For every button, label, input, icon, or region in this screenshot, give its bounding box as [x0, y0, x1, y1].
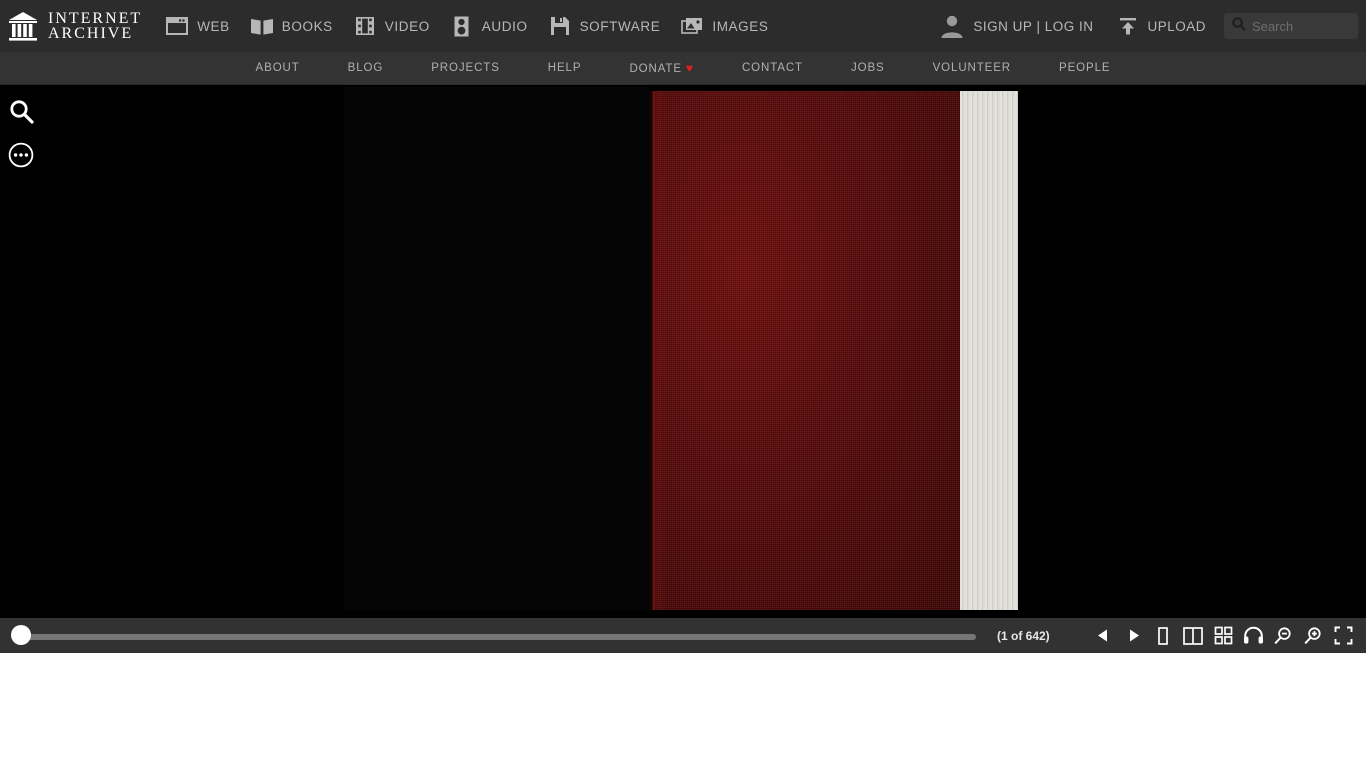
nav-label-audio: AUDIO: [481, 18, 528, 34]
nav-label-web: WEB: [197, 18, 230, 34]
upload-arrow-icon[interactable]: [1115, 13, 1141, 39]
book-page-edges: [960, 91, 1018, 610]
top-navigation-bar: INTERNET ARCHIVE WEB BOOKS VIDEO AUDIO S…: [0, 0, 1366, 52]
subnav-item-blog[interactable]: BLOG: [348, 62, 384, 74]
thumbnail-view-button[interactable]: [1208, 618, 1238, 653]
archive-building-icon: [8, 10, 38, 42]
book-cover-image: [650, 91, 960, 610]
previous-page-button[interactable]: [1088, 618, 1118, 653]
nav-label-books: BOOKS: [281, 18, 333, 34]
nav-label-images: IMAGES: [712, 18, 769, 34]
subnav-item-donate[interactable]: DONATE ♥: [629, 61, 694, 75]
nav-item-web[interactable]: WEB: [164, 13, 230, 39]
fullscreen-button[interactable]: [1328, 618, 1358, 653]
web-window-icon: [164, 13, 190, 39]
one-page-view-button[interactable]: [1148, 618, 1178, 653]
subnav-item-contact[interactable]: CONTACT: [742, 62, 803, 74]
nav-item-video[interactable]: VIDEO: [352, 13, 430, 39]
search-placeholder: Search: [1252, 18, 1294, 34]
search-icon: [1232, 16, 1246, 36]
two-page-view-button[interactable]: [1178, 618, 1208, 653]
heart-icon: ♥: [685, 61, 694, 75]
next-page-button[interactable]: [1118, 618, 1148, 653]
subnav-item-volunteer[interactable]: VOLUNTEER: [933, 62, 1011, 74]
subnav-donate-label: DONATE: [629, 63, 682, 75]
books-open-book-icon: [249, 13, 275, 39]
audio-speaker-icon: [449, 13, 475, 39]
media-type-nav: WEB BOOKS VIDEO AUDIO SOFTWARE IMAGES: [164, 13, 787, 39]
video-filmstrip-icon: [352, 13, 378, 39]
logo-wordmark: INTERNET ARCHIVE: [48, 10, 143, 42]
sign-up-log-in-link[interactable]: SIGN UP | LOG IN: [973, 19, 1093, 34]
zoom-in-button[interactable]: [1298, 618, 1328, 653]
item-info-panel: The public records of the Colony of Conn…: [0, 653, 1366, 768]
nav-item-images[interactable]: IMAGES: [679, 13, 768, 39]
page-indicator: (1 of 642): [997, 628, 1050, 643]
nav-label-software: SOFTWARE: [579, 18, 661, 34]
account-actions: SIGN UP | LOG IN UPLOAD Search: [937, 0, 1358, 52]
software-floppy-disk-icon: [547, 13, 573, 39]
nav-item-books[interactable]: BOOKS: [249, 13, 333, 39]
images-photos-icon: [679, 13, 705, 39]
nav-item-software[interactable]: SOFTWARE: [547, 13, 661, 39]
logo-line-1: INTERNET: [48, 10, 143, 27]
zoom-out-button[interactable]: [1268, 618, 1298, 653]
subnav-item-projects[interactable]: PROJECTS: [431, 62, 500, 74]
subnav-item-people[interactable]: PEOPLE: [1059, 62, 1110, 74]
read-aloud-button[interactable]: [1238, 618, 1268, 653]
logo-line-2: ARCHIVE: [48, 25, 134, 42]
nav-item-audio[interactable]: AUDIO: [449, 13, 528, 39]
search-inside-icon[interactable]: [0, 89, 42, 133]
subnav-item-about[interactable]: ABOUT: [256, 62, 300, 74]
book-page-stage[interactable]: [344, 87, 1018, 610]
reader-controls: [1088, 618, 1358, 653]
upload-link[interactable]: UPLOAD: [1147, 19, 1206, 34]
left-blank-page: [344, 87, 650, 610]
search-input[interactable]: Search: [1224, 13, 1358, 39]
user-avatar-icon[interactable]: [937, 11, 967, 41]
page-slider-track[interactable]: [14, 634, 976, 640]
reader-toolbar: (1 of 642): [0, 618, 1366, 653]
nav-label-video: VIDEO: [384, 18, 430, 34]
more-options-icon[interactable]: [0, 133, 42, 177]
reader-sidebar: [0, 85, 42, 618]
secondary-navigation-bar: ABOUT BLOG PROJECTS HELP DONATE ♥ CONTACT…: [0, 52, 1366, 85]
book-spine-highlight: [653, 91, 656, 610]
internet-archive-logo[interactable]: INTERNET ARCHIVE: [0, 10, 142, 42]
subnav-item-jobs[interactable]: JOBS: [851, 62, 885, 74]
book-reader-viewport: [0, 85, 1366, 618]
page-slider-handle[interactable]: [11, 625, 31, 645]
subnav-item-help[interactable]: HELP: [548, 62, 582, 74]
